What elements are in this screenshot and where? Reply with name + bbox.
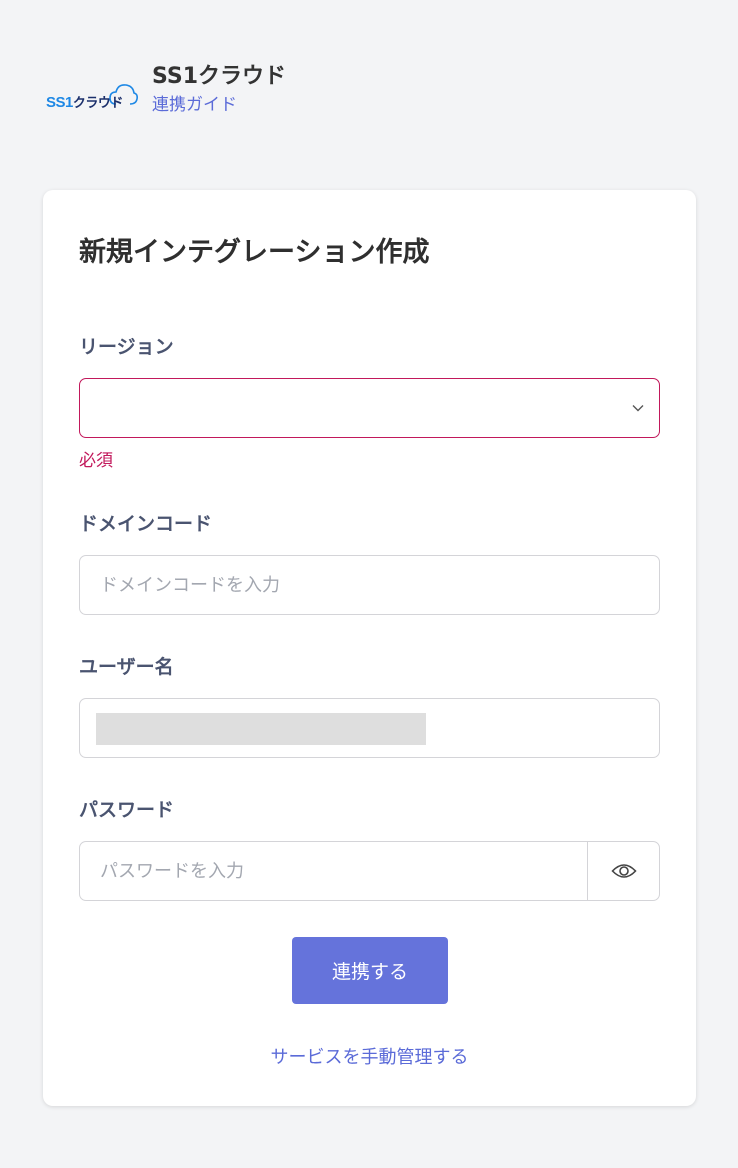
connect-button[interactable]: 連携する [292,937,448,1004]
show-password-button[interactable] [588,842,660,900]
logo-kana: クラウド [72,95,124,110]
domain-code-input[interactable] [80,556,659,614]
header-text: SS1クラウド 連携ガイド [152,62,286,118]
password-label: パスワード [79,799,175,821]
integration-guide-link[interactable]: 連携ガイド [152,92,286,118]
logo-latin: SS1 [46,94,73,111]
domain-code-label: ドメインコード [79,513,213,535]
password-field [79,841,660,901]
password-input-wrap [80,842,587,900]
region-required-error: 必須 [79,451,113,471]
manual-manage-link[interactable]: サービスを手動管理する [43,1043,696,1069]
username-label: ユーザー名 [79,656,174,678]
chevron-down-icon [632,405,644,412]
username-field[interactable] [79,698,660,758]
app-name: SS1クラウド [152,64,287,89]
header: SS1クラウド SS1クラウド 連携ガイド [46,62,286,118]
domain-code-field [79,555,660,615]
integration-form-card: 新規インテグレーション作成 リージョン 必須 ドメインコード ユーザー名 パスワ… [43,190,696,1106]
eye-icon [611,864,637,878]
logo-wordmark: SS1クラウド [46,92,123,111]
ss1-cloud-logo: SS1クラウド [46,70,138,111]
page-title: 新規インテグレーション作成 [79,237,430,268]
region-label: リージョン [79,336,174,358]
region-select[interactable] [79,378,660,438]
password-input[interactable] [80,842,587,900]
redacted-username-value [96,713,426,745]
